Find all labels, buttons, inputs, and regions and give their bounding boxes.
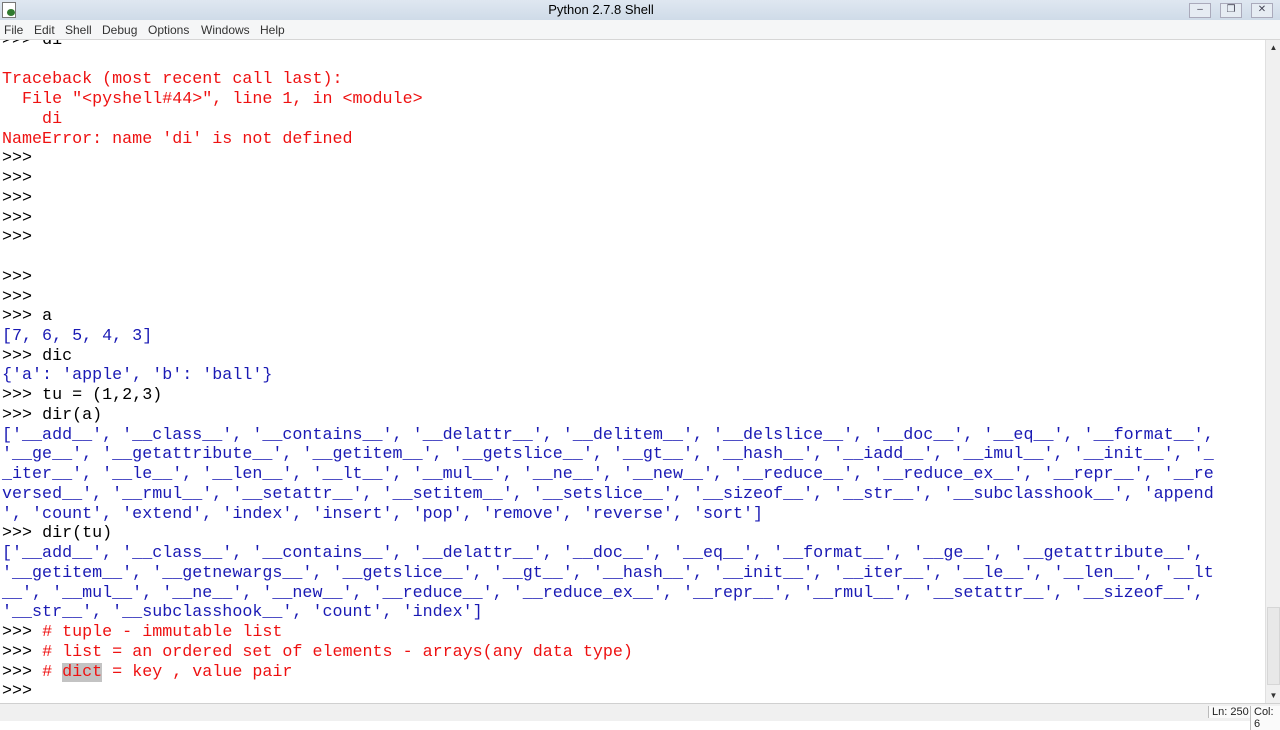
menu-windows[interactable]: Windows <box>201 23 250 37</box>
shell-line: ', 'count', 'extend', 'index', 'insert',… <box>2 505 1214 525</box>
prompt: >>> <box>2 169 43 189</box>
prompt: >>> <box>2 40 43 50</box>
shell-line: NameError: name 'di' is not defined <box>2 130 1214 150</box>
menu-edit[interactable]: Edit <box>34 23 55 37</box>
menu-shell[interactable]: Shell <box>65 23 92 37</box>
shell-line: >>> <box>2 209 1214 229</box>
window-title: Python 2.7.8 Shell <box>548 2 654 17</box>
prompt: >>> <box>2 188 43 208</box>
prompt: >>> <box>2 208 43 228</box>
line-text: '__ge__', '__getattribute__', '__getitem… <box>2 445 1214 465</box>
shell-line: File "<pyshell#44>", line 1, in <module> <box>2 90 1214 110</box>
prompt: >>> <box>2 642 43 662</box>
shell-line: ['__add__', '__class__', '__contains__',… <box>2 544 1214 564</box>
prompt: >>> <box>2 405 43 425</box>
shell-line: >>> dic <box>2 347 1214 367</box>
menu-debug[interactable]: Debug <box>102 23 137 37</box>
shell-line: >>> tu = (1,2,3) <box>2 386 1214 406</box>
line-text: _iter__', '__le__', '__len__', '__lt__',… <box>2 465 1214 485</box>
line-text: ['__add__', '__class__', '__contains__',… <box>2 425 1214 445</box>
shell-line: >>> dir(a) <box>2 406 1214 426</box>
prompt: >>> <box>2 149 43 169</box>
line-text: tu = (1,2,3) <box>42 386 163 406</box>
menu-bar: File Edit Shell Debug Options Windows He… <box>0 20 1280 40</box>
prompt: >>> <box>2 287 43 307</box>
prompt: >>> <box>2 267 43 287</box>
shell-line: >>> <box>2 288 1214 308</box>
line-text: # <box>42 662 63 682</box>
prompt: >>> <box>2 228 43 248</box>
maximize-button[interactable]: ❐ <box>1220 3 1242 18</box>
menu-file[interactable]: File <box>4 23 23 37</box>
shell-line: >>> # list = an ordered set of elements … <box>2 643 1214 663</box>
shell-line: >>> <box>2 149 1214 169</box>
line-text: di <box>2 109 63 129</box>
shell-line: >>> # tuple - immutable list <box>2 623 1214 643</box>
shell-line: _iter__', '__le__', '__len__', '__lt__',… <box>2 465 1214 485</box>
line-number: Ln: 250 <box>1208 706 1252 718</box>
menu-help[interactable]: Help <box>260 23 285 37</box>
prompt: >>> <box>2 662 43 682</box>
shell-line: ['__add__', '__class__', '__contains__',… <box>2 426 1214 446</box>
line-text: ['__add__', '__class__', '__contains__',… <box>2 544 1204 564</box>
shell-line: >>> dir(tu) <box>2 524 1214 544</box>
line-text: {'a': 'apple', 'b': 'ball'} <box>2 366 273 386</box>
line-text: __', '__mul__', '__ne__', '__new__', '__… <box>2 583 1204 603</box>
line-text: # tuple - immutable list <box>42 623 283 643</box>
column-number: Col: 6 <box>1250 706 1280 730</box>
shell-line: >>> <box>2 268 1214 288</box>
line-text: [7, 6, 5, 4, 3] <box>2 327 153 347</box>
scroll-up-arrow-icon[interactable]: ▲ <box>1266 40 1280 55</box>
line-text: NameError: name 'di' is not defined <box>2 129 353 149</box>
shell-line: '__getitem__', '__getnewargs__', '__gets… <box>2 564 1214 584</box>
shell-line: '__ge__', '__getattribute__', '__getitem… <box>2 445 1214 465</box>
scroll-down-arrow-icon[interactable]: ▼ <box>1266 688 1280 703</box>
title-bar: Python 2.7.8 Shell – ❐ ✕ <box>0 0 1280 20</box>
prompt: >>> <box>2 346 43 366</box>
line-text: '__str__', '__subclasshook__', 'count', … <box>2 603 483 623</box>
shell-line: >>> <box>2 682 1214 702</box>
prompt: >>> <box>2 682 43 702</box>
close-button[interactable]: ✕ <box>1251 3 1273 18</box>
selected-text: dict <box>62 662 103 682</box>
line-text: a <box>42 307 53 327</box>
line-text: dic <box>42 346 73 366</box>
shell-line: >>> <box>2 189 1214 209</box>
shell-line: >>> di <box>2 40 1214 51</box>
scrollbar-thumb[interactable] <box>1267 607 1280 685</box>
shell-line: [7, 6, 5, 4, 3] <box>2 327 1214 347</box>
line-text: di <box>42 40 63 50</box>
status-bar: Ln: 250 Col: 6 <box>0 703 1280 730</box>
shell-line: Traceback (most recent call last): <box>2 70 1214 90</box>
shell-line: __', '__mul__', '__ne__', '__new__', '__… <box>2 584 1214 604</box>
shell-line: >>> <box>2 228 1214 248</box>
minimize-button[interactable]: – <box>1189 3 1211 18</box>
line-text: File "<pyshell#44>", line 1, in <module> <box>2 90 423 110</box>
prompt: >>> <box>2 623 43 643</box>
prompt: >>> <box>2 307 43 327</box>
shell-output: >>> di Traceback (most recent call last):… <box>2 40 1214 702</box>
prompt: >>> <box>2 386 43 406</box>
line-text: Traceback (most recent call last): <box>2 70 343 90</box>
line-text: dir(a) <box>42 405 103 425</box>
menu-options[interactable]: Options <box>148 23 189 37</box>
shell-line: '__str__', '__subclasshook__', 'count', … <box>2 603 1214 623</box>
shell-line: >>> <box>2 169 1214 189</box>
line-text: dir(tu) <box>42 524 113 544</box>
shell-line: >>> # dict = key , value pair <box>2 662 1214 683</box>
line-text: ', 'count', 'extend', 'index', 'insert',… <box>2 504 764 524</box>
shell-text-area[interactable]: >>> di Traceback (most recent call last):… <box>0 40 1264 703</box>
line-text: = key , value pair <box>102 662 293 682</box>
shell-line: versed__', '__rmul__', '__setattr__', '_… <box>2 485 1214 505</box>
line-text: # list = an ordered set of elements - ar… <box>42 642 633 662</box>
line-text: versed__', '__rmul__', '__setattr__', '_… <box>2 484 1214 504</box>
shell-line: >>> a <box>2 307 1214 327</box>
line-text: '__getitem__', '__getnewargs__', '__gets… <box>2 563 1214 583</box>
shell-line: {'a': 'apple', 'b': 'ball'} <box>2 366 1214 386</box>
shell-line: di <box>2 110 1214 130</box>
prompt: >>> <box>2 524 43 544</box>
vertical-scrollbar[interactable]: ▲ ▼ <box>1265 40 1280 703</box>
